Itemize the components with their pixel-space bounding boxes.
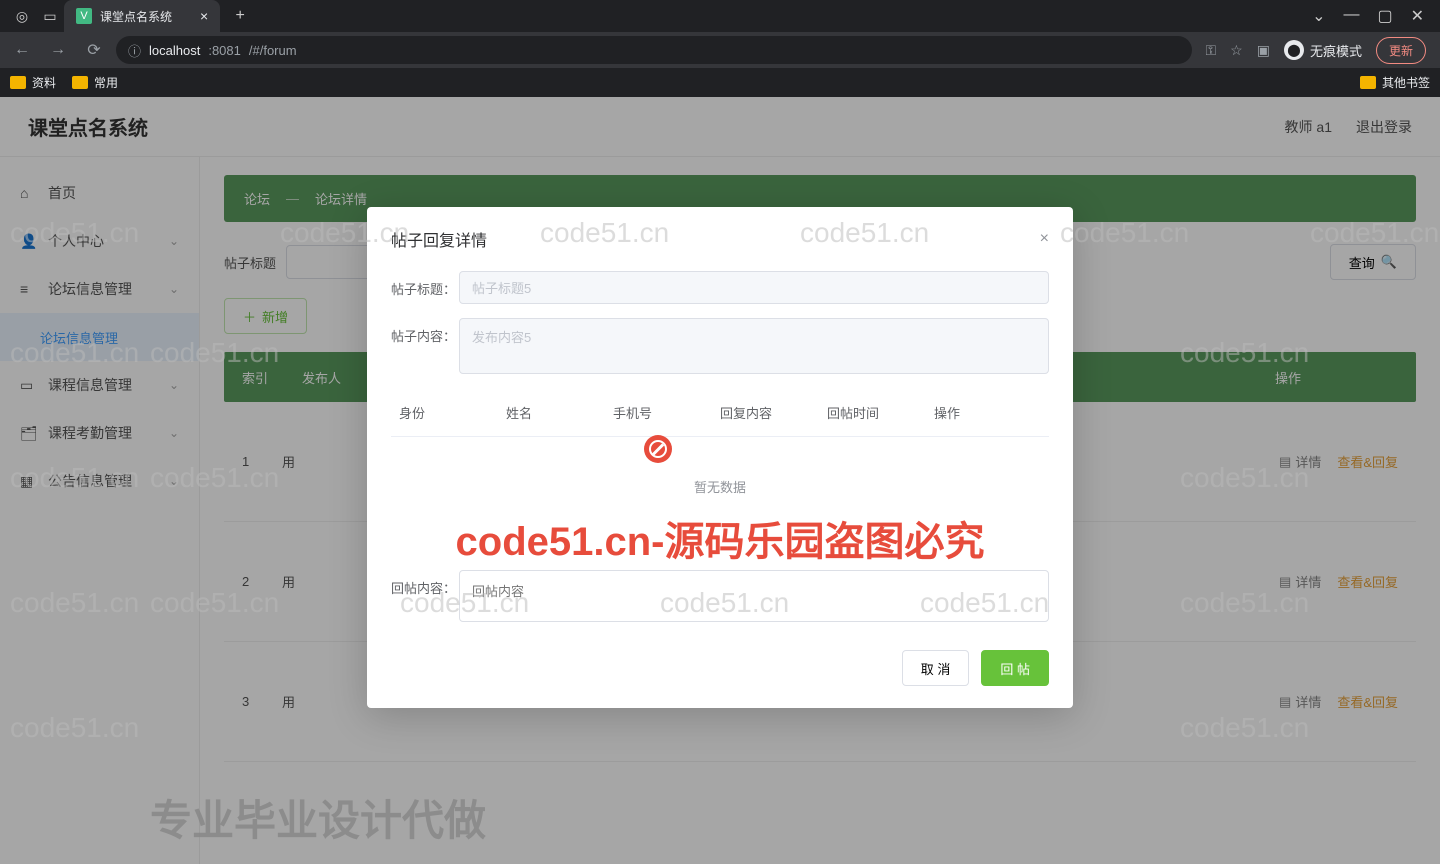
other-bookmarks[interactable]: 其他书签 bbox=[1360, 74, 1430, 91]
th-role: 身份 bbox=[399, 403, 506, 422]
th-reply-ops: 操作 bbox=[934, 403, 1041, 422]
browser-chrome: ◎ ▭ V 课堂点名系统 × + ⌄ — ▢ ✕ ← → ⟳ ⓘ localho… bbox=[0, 0, 1440, 97]
url-host: localhost bbox=[149, 43, 200, 58]
vue-favicon-icon: V bbox=[76, 8, 92, 24]
tab-strip: ◎ ▭ V 课堂点名系统 × + ⌄ — ▢ ✕ bbox=[0, 0, 1440, 32]
post-title-label: 帖子标题： bbox=[391, 271, 459, 298]
th-reply-time: 回帖时间 bbox=[827, 403, 934, 422]
tab-close-icon[interactable]: × bbox=[200, 8, 208, 24]
bookmark-folder-a[interactable]: 资料 bbox=[10, 74, 56, 91]
url-path: /#/forum bbox=[249, 43, 297, 58]
reply-content-input[interactable] bbox=[459, 570, 1049, 622]
modal-close-button[interactable]: × bbox=[1040, 230, 1049, 248]
bookmark-bar: 资料 常用 其他书签 bbox=[0, 68, 1440, 97]
folder-icon bbox=[1360, 76, 1376, 89]
th-reply-content: 回复内容 bbox=[720, 403, 827, 422]
update-button[interactable]: 更新 bbox=[1376, 37, 1426, 64]
app-icon[interactable]: ◎ bbox=[8, 2, 36, 30]
reload-button[interactable]: ⟳ bbox=[80, 36, 108, 64]
no-data-text: 暂无数据 bbox=[391, 437, 1049, 556]
forward-button[interactable]: → bbox=[44, 36, 72, 64]
url-port: :8081 bbox=[208, 43, 241, 58]
post-title-field bbox=[459, 271, 1049, 304]
window-max-icon[interactable]: ▢ bbox=[1377, 6, 1392, 26]
folder-icon bbox=[10, 76, 26, 89]
url-input[interactable]: ⓘ localhost :8081 /#/forum bbox=[116, 36, 1192, 64]
new-tab-button[interactable]: + bbox=[226, 7, 254, 25]
modal-title: 帖子回复详情 bbox=[391, 227, 487, 251]
window-dropdown-icon[interactable]: ⌄ bbox=[1312, 6, 1325, 26]
folder-icon bbox=[72, 76, 88, 89]
bookmark-star-icon[interactable]: ☆ bbox=[1230, 42, 1243, 59]
incognito-label: 无痕模式 bbox=[1310, 41, 1362, 60]
site-info-icon[interactable]: ⓘ bbox=[128, 41, 141, 60]
post-content-field: 发布内容5 bbox=[459, 318, 1049, 374]
app-root: 课堂点名系统 教师 a1 退出登录 ⌂首页 👤个人中心⌄ ≡论坛信息管理⌄ 论坛… bbox=[0, 97, 1440, 864]
extensions-icon[interactable]: ▣ bbox=[1257, 42, 1270, 59]
back-button[interactable]: ← bbox=[8, 36, 36, 64]
th-name: 姓名 bbox=[506, 403, 613, 422]
incognito-indicator: ⬤ 无痕模式 bbox=[1284, 40, 1362, 60]
password-key-icon[interactable]: ⚿ bbox=[1206, 42, 1217, 59]
reply-content-label: 回帖内容： bbox=[391, 570, 459, 597]
reply-table-header: 身份 姓名 手机号 回复内容 回帖时间 操作 bbox=[391, 393, 1049, 437]
address-bar: ← → ⟳ ⓘ localhost :8081 /#/forum ⚿ ☆ ▣ ⬤ 无… bbox=[0, 32, 1440, 68]
submit-reply-button[interactable]: 回 帖 bbox=[981, 650, 1049, 686]
window-min-icon[interactable]: — bbox=[1343, 6, 1359, 26]
blank-tab-icon[interactable]: ▭ bbox=[36, 2, 64, 30]
window-controls: ⌄ — ▢ ✕ bbox=[1312, 6, 1440, 26]
post-content-label: 帖子内容： bbox=[391, 318, 459, 345]
reply-detail-modal: 帖子回复详情 × 帖子标题： 帖子内容： 发布内容5 身份 姓名 手机号 回复内… bbox=[367, 207, 1073, 708]
bookmark-folder-b[interactable]: 常用 bbox=[72, 74, 118, 91]
active-tab[interactable]: V 课堂点名系统 × bbox=[64, 0, 220, 32]
tab-title: 课堂点名系统 bbox=[100, 8, 172, 25]
window-close-icon[interactable]: ✕ bbox=[1411, 6, 1424, 26]
cancel-button[interactable]: 取 消 bbox=[902, 650, 970, 686]
th-phone: 手机号 bbox=[613, 403, 720, 422]
modal-overlay[interactable]: 帖子回复详情 × 帖子标题： 帖子内容： 发布内容5 身份 姓名 手机号 回复内… bbox=[0, 97, 1440, 864]
incognito-icon: ⬤ bbox=[1284, 40, 1304, 60]
